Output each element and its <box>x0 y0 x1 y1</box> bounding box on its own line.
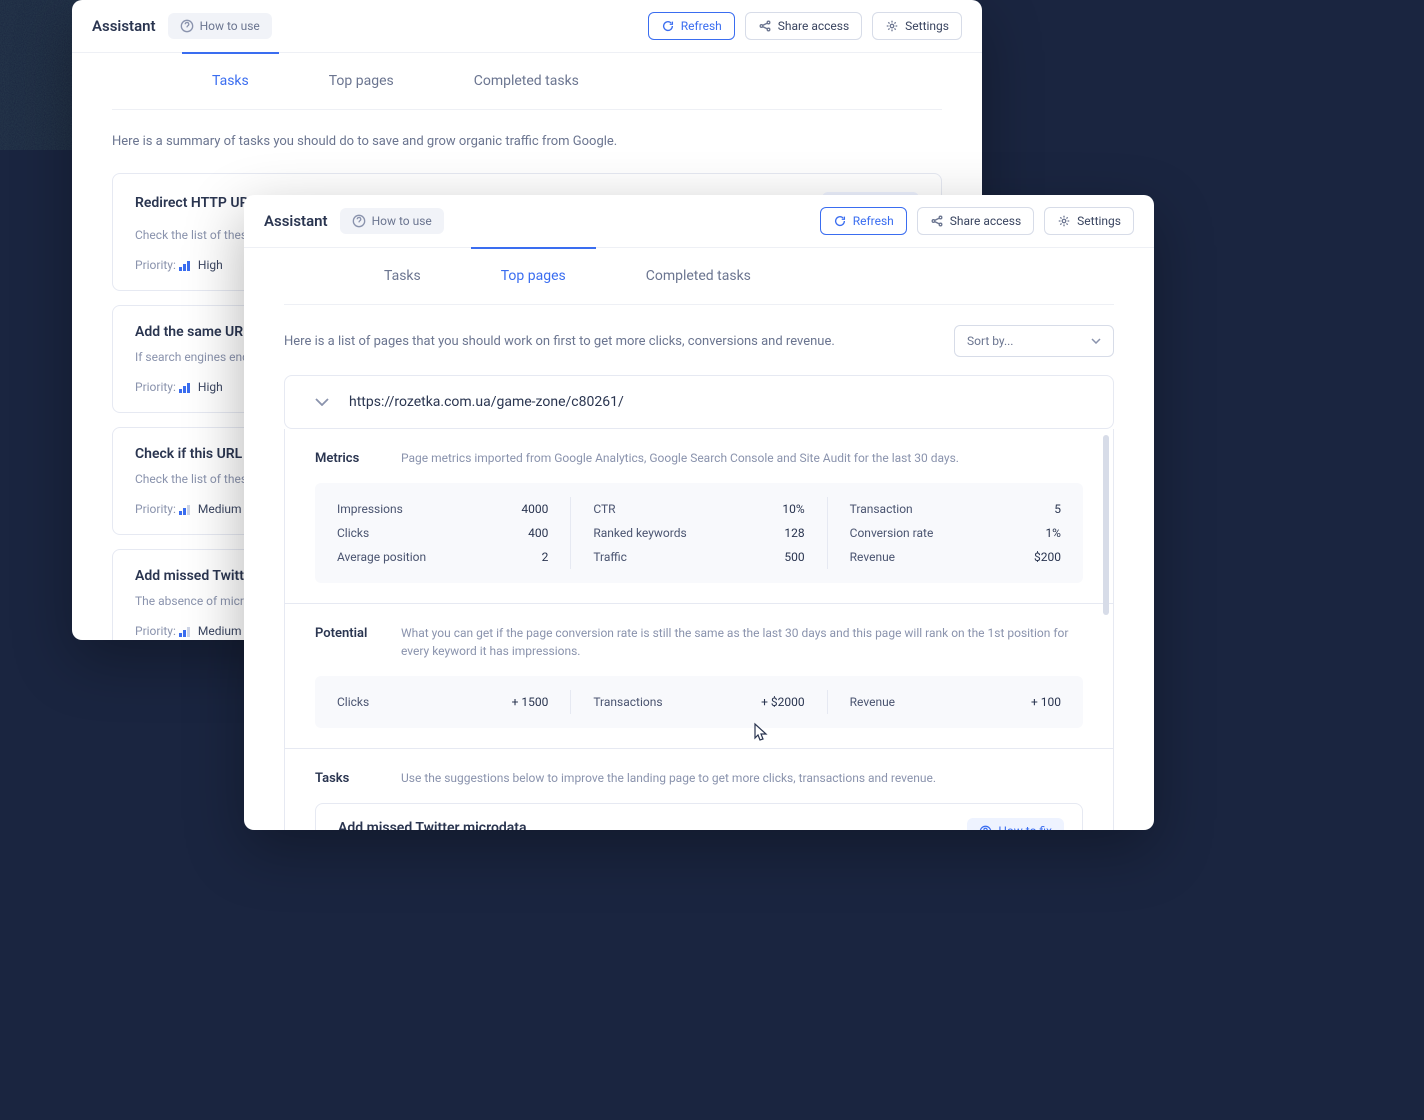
gear-icon <box>1057 214 1071 228</box>
chevron-down-icon <box>1091 338 1101 344</box>
top-pages-body: Here is a list of pages that you should … <box>244 305 1154 830</box>
potential-box: Clicks+ 1500 Transactions+ $2000 Revenue… <box>315 676 1083 728</box>
help-icon <box>979 825 992 831</box>
task-title: Add missed Twitter microdata <box>338 820 1060 830</box>
how-to-use-button[interactable]: How to use <box>340 208 444 234</box>
tasks-title: Tasks <box>315 771 371 786</box>
signal-icon <box>179 505 191 515</box>
refresh-button[interactable]: Refresh <box>648 12 735 40</box>
how-to-use-button[interactable]: How to use <box>168 13 272 39</box>
header: Assistant How to use Refresh Share acces… <box>244 195 1154 248</box>
header: Assistant How to use Refresh Share acces… <box>72 0 982 53</box>
summary-text: Here is a list of pages that you should … <box>284 334 835 349</box>
signal-icon <box>179 383 191 393</box>
potential-title: Potential <box>315 626 371 641</box>
scrollbar[interactable] <box>1103 435 1109 615</box>
share-icon <box>930 214 944 228</box>
settings-button[interactable]: Settings <box>1044 207 1134 235</box>
header-actions: Refresh Share access Settings <box>820 207 1134 235</box>
potential-section: Potential What you can get if the page c… <box>284 604 1114 749</box>
tab-tasks[interactable]: Tasks <box>384 248 421 304</box>
tasks-desc: Use the suggestions below to improve the… <box>401 769 936 787</box>
help-icon <box>352 214 366 228</box>
share-button[interactable]: Share access <box>745 12 862 40</box>
tabs: Tasks Top pages Completed tasks <box>284 248 1114 305</box>
metrics-title: Metrics <box>315 451 371 466</box>
tab-top-pages[interactable]: Top pages <box>501 248 566 304</box>
task-card[interactable]: How to fix Ignore Add missed Twitter mic… <box>315 803 1083 830</box>
settings-button[interactable]: Settings <box>872 12 962 40</box>
summary-text: Here is a summary of tasks you should do… <box>112 134 942 149</box>
signal-icon <box>179 261 191 271</box>
share-button[interactable]: Share access <box>917 207 1034 235</box>
sort-dropdown[interactable]: Sort by... <box>954 325 1114 357</box>
tab-top-pages[interactable]: Top pages <box>329 53 394 109</box>
tab-completed[interactable]: Completed tasks <box>646 248 751 304</box>
app-title: Assistant <box>92 17 156 35</box>
header-actions: Refresh Share access Settings <box>648 12 962 40</box>
metrics-section: Metrics Page metrics imported from Googl… <box>284 429 1114 604</box>
top-pages-panel: Assistant How to use Refresh Share acces… <box>244 195 1154 830</box>
page-url-row[interactable]: https://rozetka.com.ua/game-zone/c80261/ <box>284 375 1114 429</box>
tasks-section: Tasks Use the suggestions below to impro… <box>284 749 1114 830</box>
chevron-down-icon[interactable] <box>315 398 329 406</box>
potential-desc: What you can get if the page conversion … <box>401 624 1083 660</box>
signal-icon <box>179 627 191 637</box>
refresh-icon <box>833 214 847 228</box>
help-icon <box>180 19 194 33</box>
how-to-fix-button[interactable]: How to fix <box>967 818 1064 830</box>
metrics-box: Impressions4000 Clicks400 Average positi… <box>315 483 1083 583</box>
page-url: https://rozetka.com.ua/game-zone/c80261/ <box>349 394 624 410</box>
tab-completed[interactable]: Completed tasks <box>474 53 579 109</box>
refresh-button[interactable]: Refresh <box>820 207 907 235</box>
tabs: Tasks Top pages Completed tasks <box>112 53 942 110</box>
refresh-icon <box>661 19 675 33</box>
metrics-desc: Page metrics imported from Google Analyt… <box>401 449 959 467</box>
gear-icon <box>885 19 899 33</box>
app-title: Assistant <box>264 212 328 230</box>
tab-tasks[interactable]: Tasks <box>212 53 249 109</box>
share-icon <box>758 19 772 33</box>
